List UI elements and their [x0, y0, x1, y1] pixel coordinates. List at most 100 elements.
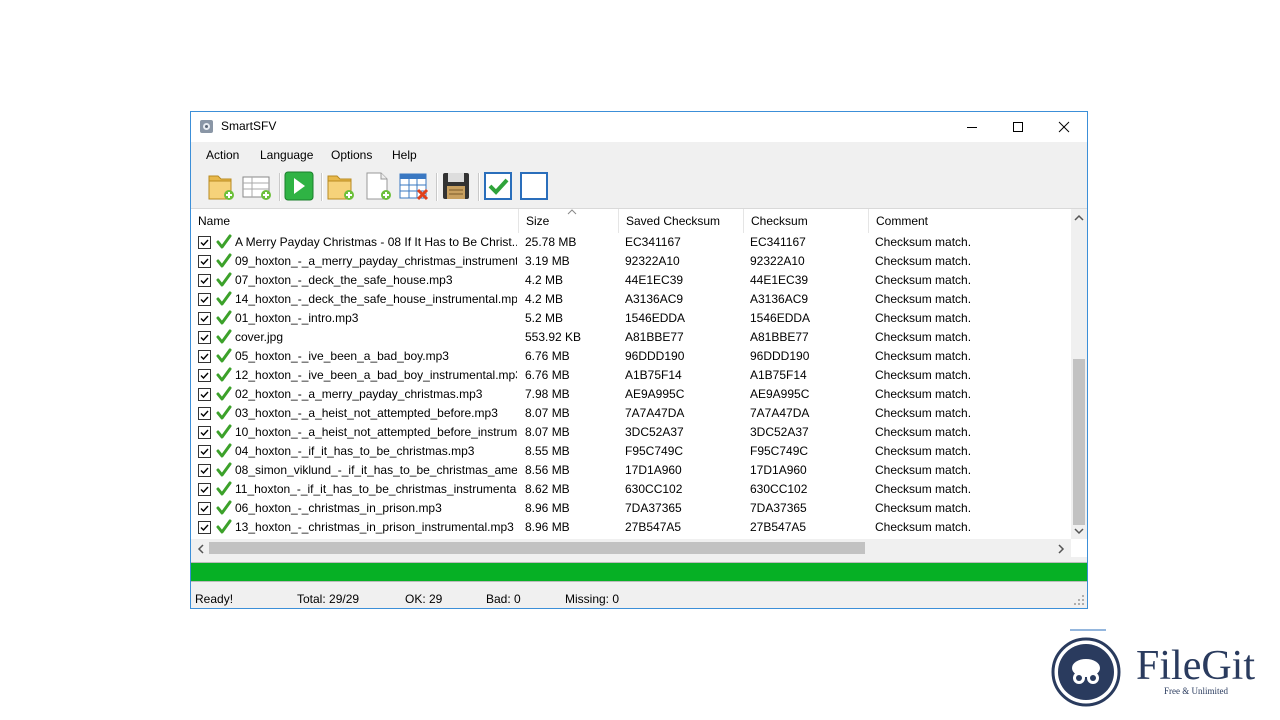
filegit-tagline: Free & Unlimited — [1164, 686, 1228, 696]
row-checkbox[interactable] — [198, 407, 211, 420]
row-checkbox[interactable] — [198, 331, 211, 344]
row-checkbox[interactable] — [198, 369, 211, 382]
cell-size: 8.55 MB — [525, 444, 570, 458]
cell-name: A Merry Payday Christmas - 08 If It Has … — [235, 235, 517, 249]
row-checkbox[interactable] — [198, 464, 211, 477]
scroll-up-icon[interactable] — [1074, 214, 1084, 222]
table-row[interactable]: 13_hoxton_-_christmas_in_prison_instrume… — [191, 518, 1071, 537]
table-row[interactable]: 02_hoxton_-_a_merry_payday_christmas.mp3… — [191, 385, 1071, 404]
menu-bar: Action Language Options Help — [191, 142, 1087, 166]
remove-button[interactable] — [397, 169, 431, 203]
status-ok-icon — [216, 234, 232, 249]
column-comment[interactable]: Comment — [869, 209, 1071, 233]
cell-checksum: EC341167 — [750, 235, 806, 249]
scroll-right-icon[interactable] — [1057, 544, 1065, 554]
cell-size: 4.2 MB — [525, 292, 564, 306]
checkbox-empty-icon — [520, 172, 548, 200]
row-checkbox[interactable] — [198, 255, 211, 268]
row-checkbox[interactable] — [198, 445, 211, 458]
table-row[interactable]: 12_hoxton_-_ive_been_a_bad_boy_instrumen… — [191, 366, 1071, 385]
toolbar-separator — [436, 173, 438, 201]
file-list[interactable]: Name Size Saved Checksum Checksum Commen… — [191, 208, 1087, 557]
row-checkbox[interactable] — [198, 483, 211, 496]
cell-comment: Checksum match. — [875, 482, 972, 496]
new-folder-sfv-button[interactable] — [324, 169, 358, 203]
table-row[interactable]: 14_hoxton_-_deck_the_safe_house_instrume… — [191, 290, 1071, 309]
table-row[interactable]: 04_hoxton_-_if_it_has_to_be_christmas.mp… — [191, 442, 1071, 461]
resize-grip-icon[interactable] — [1073, 594, 1085, 606]
menu-options[interactable]: Options — [331, 148, 372, 162]
column-saved-checksum[interactable]: Saved Checksum — [619, 209, 744, 233]
cell-saved-checksum: 630CC102 — [625, 482, 683, 496]
cell-comment: Checksum match. — [875, 273, 972, 287]
table-row[interactable]: 03_hoxton_-_a_heist_not_attempted_before… — [191, 404, 1071, 423]
row-checkbox[interactable] — [198, 312, 211, 325]
row-checkbox[interactable] — [198, 274, 211, 287]
row-checkbox[interactable] — [198, 388, 211, 401]
menu-language[interactable]: Language — [260, 148, 313, 162]
minimize-button[interactable] — [949, 112, 995, 142]
new-sfv-button[interactable] — [361, 169, 395, 203]
cell-saved-checksum: 44E1EC39 — [625, 273, 684, 287]
add-files-button[interactable] — [240, 169, 274, 203]
toolbar-separator — [279, 173, 281, 201]
cell-saved-checksum: F95C749C — [625, 444, 684, 458]
check-all-button[interactable] — [481, 169, 515, 203]
close-button[interactable] — [1041, 112, 1087, 142]
status-ok-icon — [216, 405, 232, 420]
menu-help[interactable]: Help — [392, 148, 417, 162]
save-button[interactable] — [439, 169, 473, 203]
row-checkbox[interactable] — [198, 350, 211, 363]
cell-name: cover.jpg — [235, 330, 284, 344]
horizontal-scrollbar[interactable] — [191, 539, 1071, 557]
filegit-logo-icon — [1051, 629, 1121, 707]
maximize-icon — [1013, 122, 1023, 132]
scroll-left-icon[interactable] — [197, 544, 205, 554]
table-row[interactable]: 01_hoxton_-_intro.mp3 5.2 MB 1546EDDA 1546E… — [191, 309, 1071, 328]
row-checkbox[interactable] — [198, 521, 211, 534]
horizontal-scroll-thumb[interactable] — [209, 542, 865, 554]
row-checkbox[interactable] — [198, 426, 211, 439]
row-checkbox[interactable] — [198, 502, 211, 515]
cell-comment: Checksum match. — [875, 444, 972, 458]
cell-checksum: 17D1A960 — [750, 463, 807, 477]
vertical-scroll-thumb[interactable] — [1073, 359, 1085, 525]
status-ok-icon — [216, 253, 232, 268]
column-checksum[interactable]: Checksum — [744, 209, 869, 233]
add-folder-button[interactable] — [204, 169, 238, 203]
checkmark-icon — [200, 505, 209, 513]
cell-checksum: AE9A995C — [750, 387, 810, 401]
cell-name: 02_hoxton_-_a_merry_payday_christmas.mp3 — [235, 387, 483, 401]
table-row[interactable]: 08_simon_viklund_-_if_it_has_to_be_chris… — [191, 461, 1071, 480]
table-row[interactable]: 11_hoxton_-_if_it_has_to_be_christmas_in… — [191, 480, 1071, 499]
cell-saved-checksum: 92322A10 — [625, 254, 680, 268]
title-bar[interactable]: SmartSFV — [191, 112, 1087, 142]
column-name[interactable]: Name — [191, 209, 519, 233]
cell-checksum: F95C749C — [750, 444, 809, 458]
row-checkbox[interactable] — [198, 236, 211, 249]
cell-checksum: A81BBE77 — [750, 330, 809, 344]
table-row[interactable]: 07_hoxton_-_deck_the_safe_house.mp3 4.2 M… — [191, 271, 1071, 290]
table-row[interactable]: 09_hoxton_-_a_merry_payday_christmas_ins… — [191, 252, 1071, 271]
menu-action[interactable]: Action — [206, 148, 239, 162]
cell-size: 3.19 MB — [525, 254, 570, 268]
cell-size: 6.76 MB — [525, 349, 570, 363]
row-checkbox[interactable] — [198, 293, 211, 306]
checkmark-icon — [200, 315, 209, 323]
cell-size: 5.2 MB — [525, 311, 564, 325]
table-row[interactable]: 06_hoxton_-_christmas_in_prison.mp3 8.96 … — [191, 499, 1071, 518]
add-files-icon — [242, 176, 271, 200]
maximize-button[interactable] — [995, 112, 1041, 142]
scroll-down-icon[interactable] — [1074, 527, 1084, 535]
table-row[interactable]: 05_hoxton_-_ive_been_a_bad_boy.mp3 6.76 M… — [191, 347, 1071, 366]
checkmark-icon — [200, 296, 209, 304]
start-verify-button[interactable] — [282, 169, 316, 203]
cell-checksum: 3DC52A37 — [750, 425, 809, 439]
table-row[interactable]: 10_hoxton_-_a_heist_not_attempted_before… — [191, 423, 1071, 442]
table-row[interactable]: A Merry Payday Christmas - 08 If It Has … — [191, 233, 1071, 252]
table-row[interactable]: cover.jpg 553.92 KB A81BBE77 A81BBE77 Checks… — [191, 328, 1071, 347]
status-ok-icon — [216, 386, 232, 401]
uncheck-all-button[interactable] — [517, 169, 551, 203]
status-ok-icon — [216, 348, 232, 363]
vertical-scrollbar[interactable] — [1071, 209, 1087, 539]
